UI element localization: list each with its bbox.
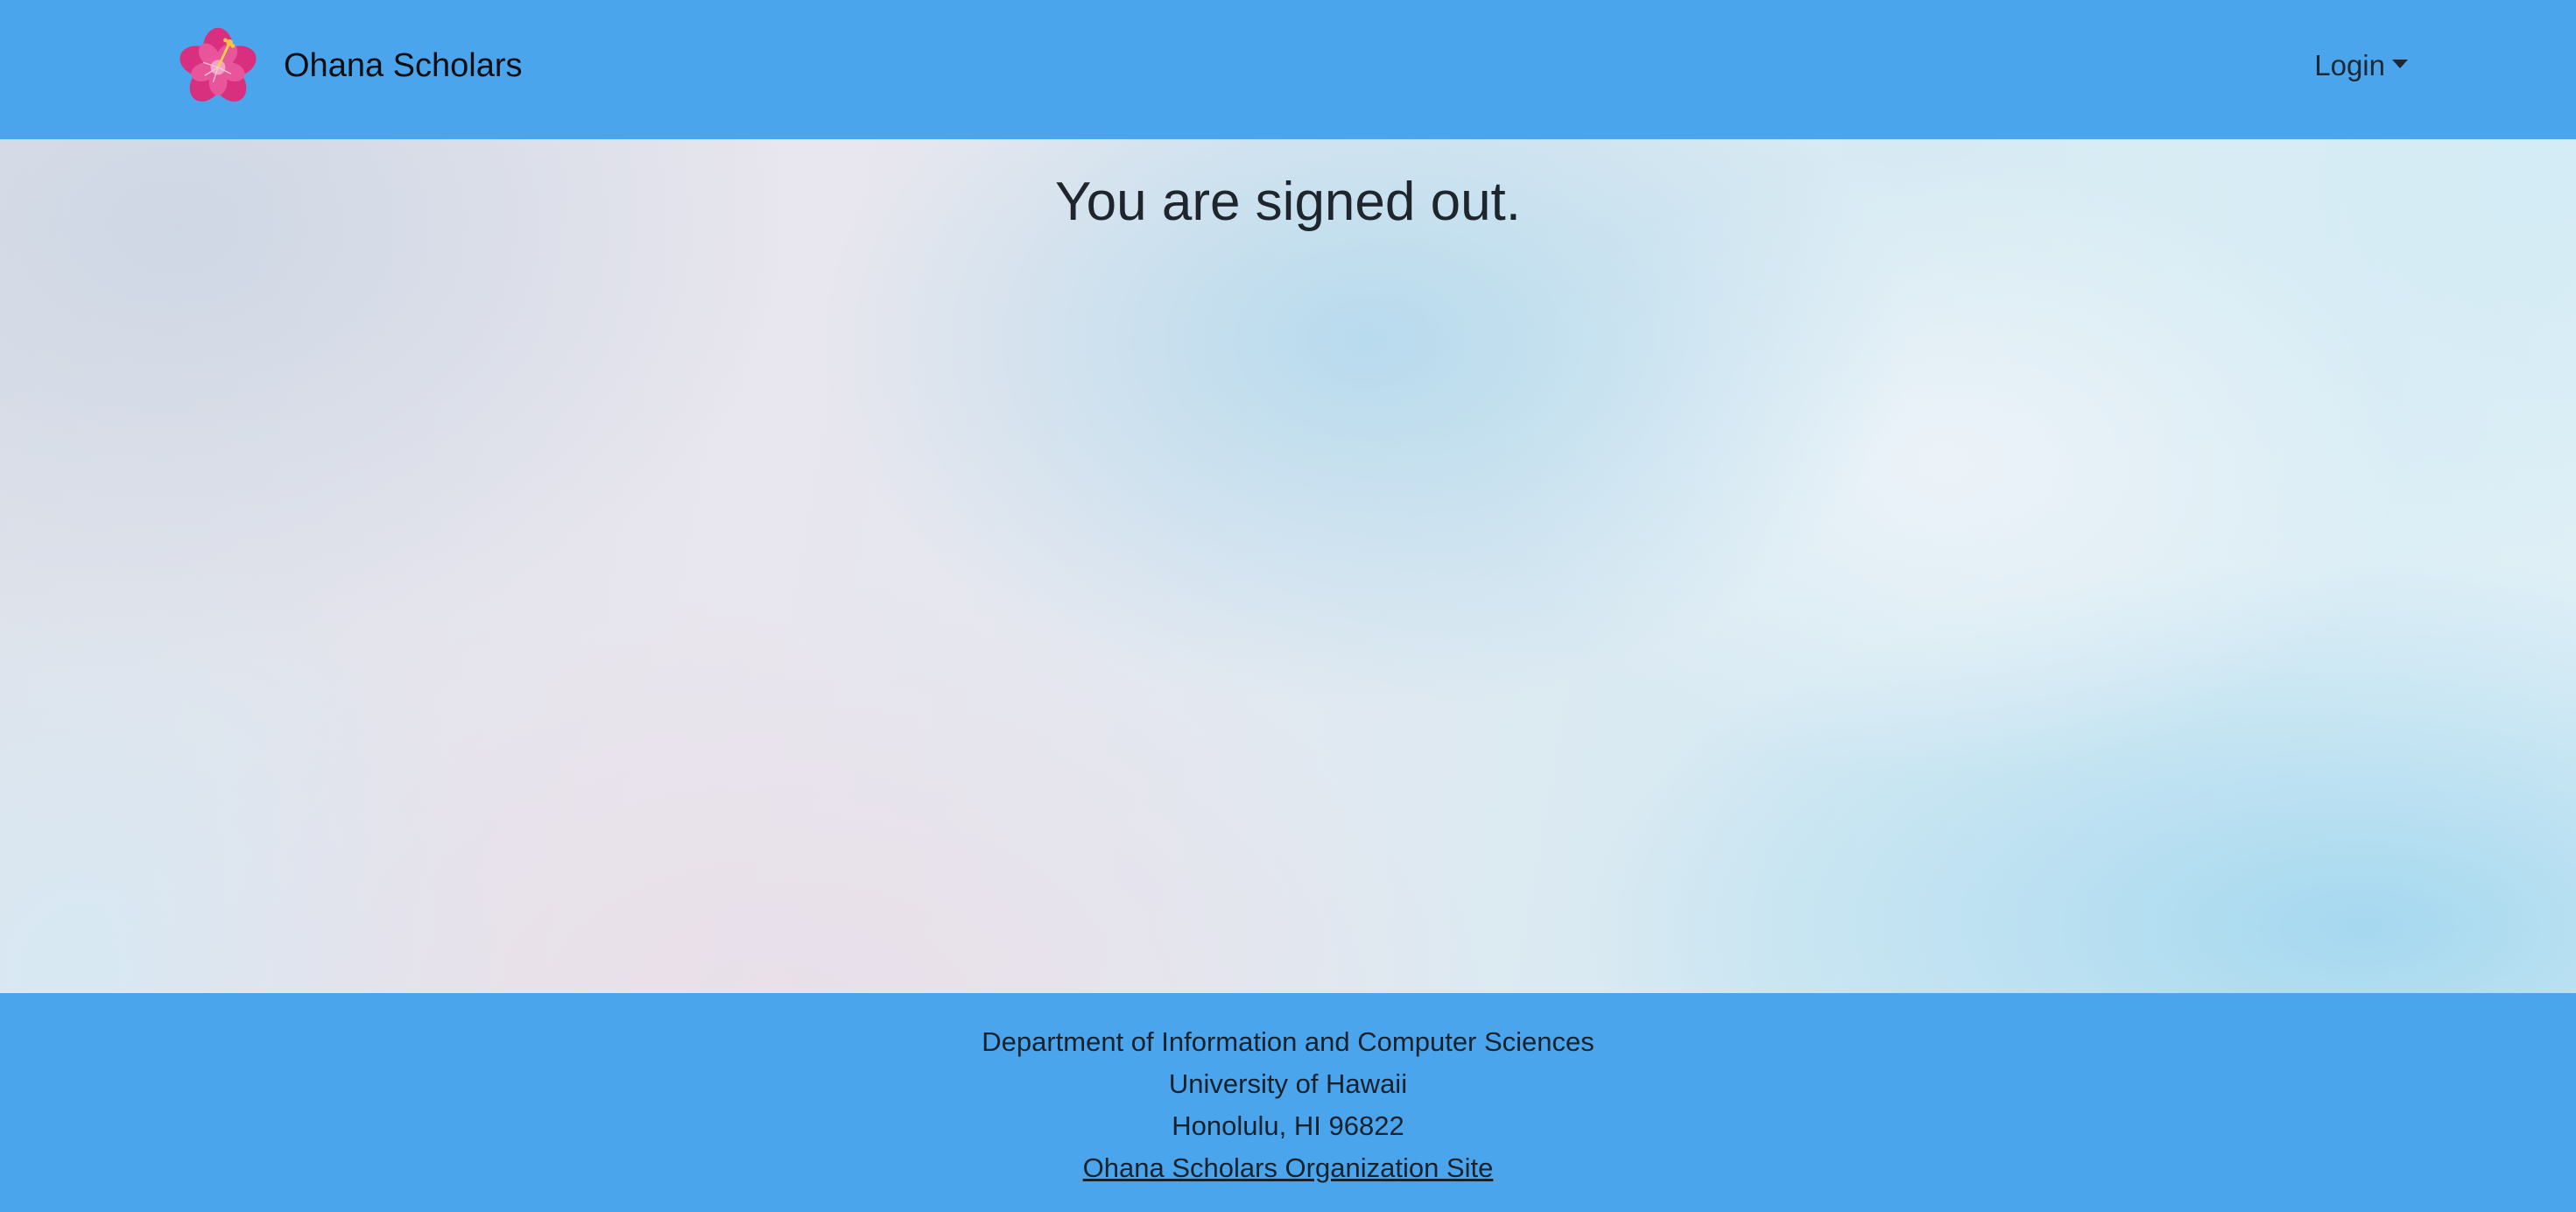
- footer-address: Honolulu, HI 96822: [1172, 1110, 1404, 1141]
- chevron-down-icon: [2392, 60, 2408, 68]
- footer: Department of Information and Computer S…: [0, 993, 2576, 1212]
- footer-university: University of Hawaii: [1168, 1068, 1408, 1099]
- footer-department: Department of Information and Computer S…: [982, 1026, 1594, 1057]
- footer-link-row: Ohana Scholars Organization Site: [0, 1152, 2576, 1184]
- top-navbar: Ohana Scholars Login: [0, 0, 2576, 139]
- org-site-link[interactable]: Ohana Scholars Organization Site: [1083, 1152, 1494, 1183]
- hibiscus-flower-icon: [179, 27, 257, 102]
- page-title: You are signed out.: [1054, 172, 1522, 232]
- main-content: You are signed out.: [0, 139, 2576, 993]
- login-label: Login: [2314, 49, 2385, 81]
- login-dropdown[interactable]: Login: [2314, 49, 2408, 82]
- brand-home-link[interactable]: Ohana Scholars: [177, 25, 523, 107]
- brand-name: Ohana Scholars: [284, 46, 523, 84]
